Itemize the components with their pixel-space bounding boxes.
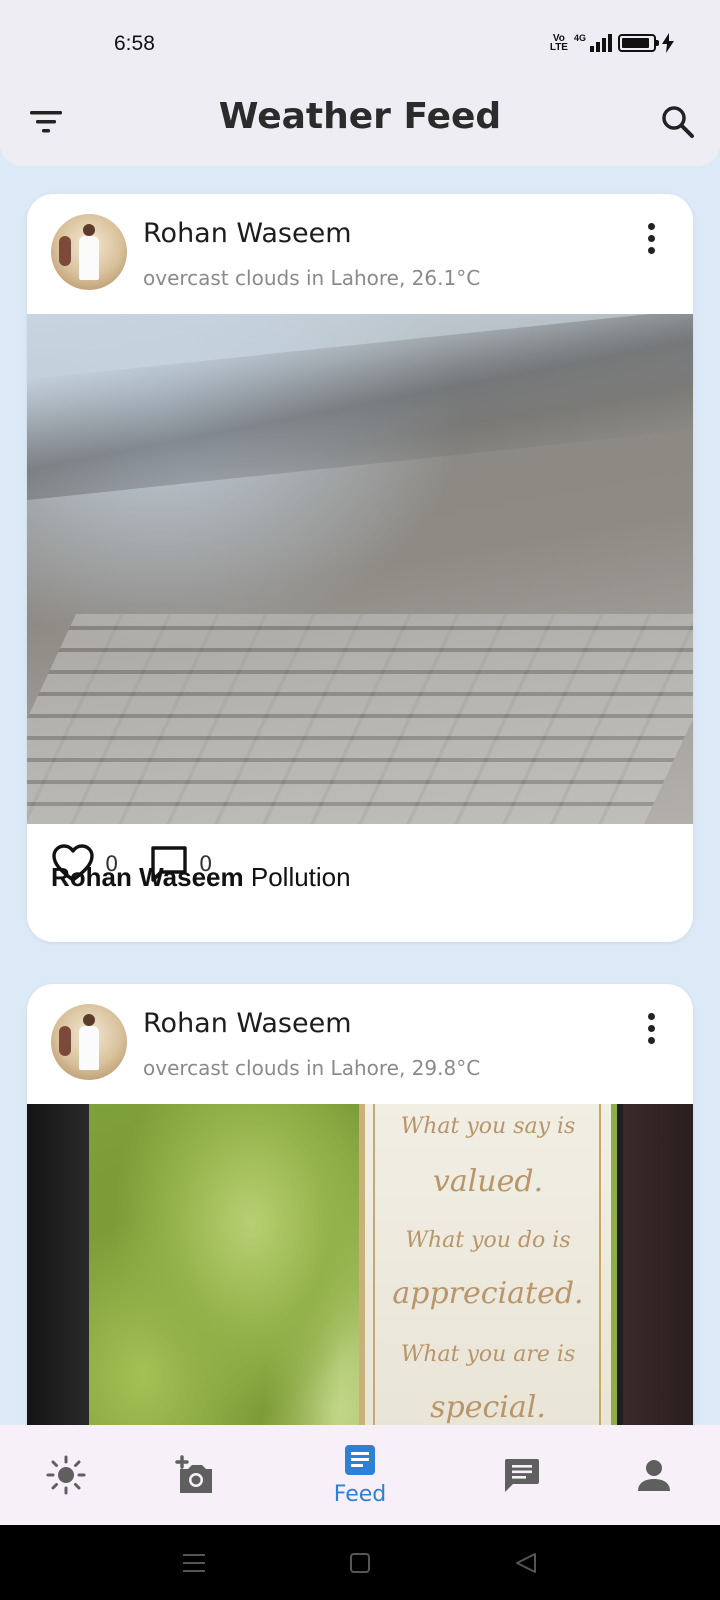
sun-icon xyxy=(46,1455,86,1495)
nav-item-add-photo[interactable] xyxy=(162,1425,226,1525)
search-button[interactable] xyxy=(656,100,700,144)
back-triangle-icon xyxy=(516,1553,536,1573)
chat-icon xyxy=(505,1459,539,1492)
battery-level xyxy=(622,38,649,48)
post-photo[interactable] xyxy=(27,314,693,824)
post-card: Rohan Waseem overcast clouds in Lahore, … xyxy=(27,984,693,1425)
greeting-card: What you say is valued. What you do is a… xyxy=(359,1104,617,1425)
post-photo[interactable]: What you say is valued. What you do is a… xyxy=(27,1104,693,1425)
page-title: Weather Feed xyxy=(218,96,502,137)
photo-text-line: valued. xyxy=(432,1164,544,1199)
menu-icon xyxy=(183,1554,205,1572)
status-bar: 6:58 Vo LTE 4G xyxy=(0,0,720,88)
nav-label-feed: Feed xyxy=(333,1481,387,1507)
nav-item-feed[interactable]: Feed xyxy=(320,1425,400,1525)
home-button[interactable] xyxy=(344,1547,376,1579)
post-caption: Rohan Waseem Pollution xyxy=(51,862,351,893)
signal-icon xyxy=(590,34,612,52)
post-username[interactable]: Rohan Waseem xyxy=(143,218,352,249)
photo-text-line: appreciated. xyxy=(392,1276,584,1311)
feed-icon xyxy=(345,1444,375,1475)
photo-text-line: What you say is xyxy=(400,1114,576,1139)
post-weather: overcast clouds in Lahore, 29.8°C xyxy=(143,1056,481,1080)
feed-list[interactable]: Rohan Waseem overcast clouds in Lahore, … xyxy=(0,166,720,1425)
photo-text-line: What you do is xyxy=(405,1228,571,1253)
home-square-icon xyxy=(350,1553,370,1573)
post-header: Rohan Waseem overcast clouds in Lahore, … xyxy=(27,984,693,1104)
system-navigation-bar xyxy=(0,1525,720,1600)
volte-icon: Vo LTE xyxy=(549,33,568,53)
more-options-icon[interactable] xyxy=(633,1010,669,1046)
post-weather: overcast clouds in Lahore, 26.1°C xyxy=(143,266,481,290)
post-username[interactable]: Rohan Waseem xyxy=(143,1008,352,1039)
nav-item-profile[interactable] xyxy=(622,1425,686,1525)
battery-icon xyxy=(618,34,659,52)
recents-button[interactable] xyxy=(178,1547,210,1579)
network-type-label: 4G xyxy=(573,33,586,43)
nav-item-messages[interactable] xyxy=(490,1425,554,1525)
status-icons: Vo LTE 4G xyxy=(550,33,674,53)
status-time: 6:58 xyxy=(114,32,155,55)
avatar[interactable] xyxy=(51,1004,127,1080)
post-header: Rohan Waseem overcast clouds in Lahore, … xyxy=(27,194,693,314)
avatar[interactable] xyxy=(51,214,127,290)
back-button[interactable] xyxy=(510,1547,542,1579)
post-card: Rohan Waseem overcast clouds in Lahore, … xyxy=(27,194,693,942)
bottom-navigation: Feed xyxy=(0,1425,720,1525)
app-bar: Weather Feed xyxy=(0,88,720,166)
nav-item-weather[interactable] xyxy=(34,1425,98,1525)
charging-icon xyxy=(662,33,674,53)
person-icon xyxy=(638,1460,670,1491)
caption-text: Pollution xyxy=(243,862,351,892)
more-options-icon[interactable] xyxy=(633,220,669,256)
photo-text-line: What you are is xyxy=(400,1342,576,1367)
photo-text-line: special. xyxy=(430,1390,546,1425)
caption-username[interactable]: Rohan Waseem xyxy=(51,862,244,892)
search-icon xyxy=(662,106,694,138)
add-photo-icon xyxy=(175,1455,212,1493)
